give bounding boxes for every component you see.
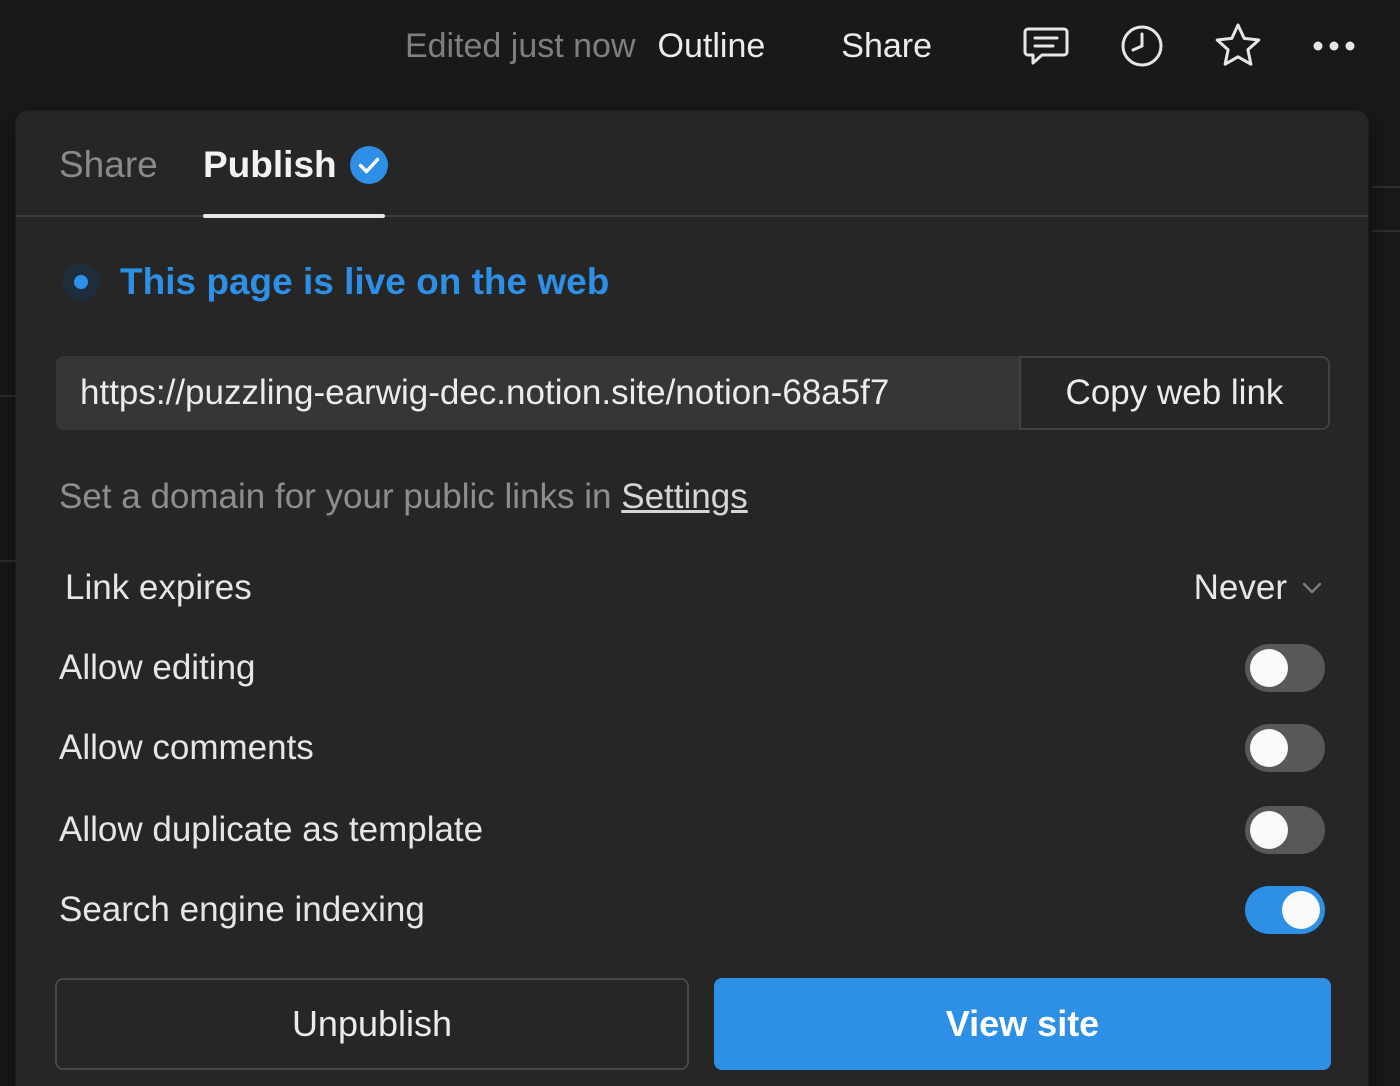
unpublish-button[interactable]: Unpublish (55, 978, 689, 1070)
popover-tabs: Share Publish (16, 111, 1368, 218)
allow-duplicate-toggle[interactable] (1245, 806, 1325, 854)
link-expires-label: Link expires (65, 568, 252, 607)
allow-comments-toggle[interactable] (1245, 724, 1325, 772)
top-bar: Edited just now Outline Share (0, 0, 1400, 92)
background-divider (1372, 186, 1400, 188)
allow-editing-row: Allow editing (59, 638, 1325, 698)
settings-link[interactable]: Settings (621, 477, 747, 516)
web-link-row: https://puzzling-earwig-dec.notion.site/… (56, 356, 1330, 430)
share-button[interactable]: Share (841, 27, 932, 66)
chevron-down-icon (1302, 582, 1322, 594)
active-tab-indicator (203, 214, 385, 218)
edited-status: Edited just now (404, 26, 636, 65)
published-check-icon (349, 146, 388, 184)
allow-editing-toggle[interactable] (1245, 644, 1325, 692)
star-icon[interactable] (1212, 20, 1264, 72)
tab-label: Publish (203, 144, 337, 185)
link-expires-dropdown[interactable]: Never (1194, 568, 1325, 608)
comment-icon[interactable] (1020, 20, 1072, 72)
more-icon[interactable] (1308, 20, 1360, 72)
search-indexing-label: Search engine indexing (59, 890, 425, 929)
allow-comments-row: Allow comments (59, 718, 1325, 778)
view-site-button[interactable]: View site (714, 978, 1331, 1070)
link-expires-row: Link expires Never (65, 558, 1325, 618)
allow-editing-label: Allow editing (59, 648, 256, 687)
clock-icon[interactable] (1116, 20, 1168, 72)
background-divider (1372, 230, 1400, 232)
domain-note: Set a domain for your public links in Se… (59, 477, 748, 517)
search-indexing-toggle[interactable] (1245, 886, 1325, 934)
tab-publish[interactable]: Publish (203, 141, 389, 189)
background-divider (0, 560, 16, 562)
copy-web-link-button[interactable]: Copy web link (1019, 356, 1330, 430)
web-link-field[interactable]: https://puzzling-earwig-dec.notion.site/… (56, 356, 1019, 430)
outline-button[interactable]: Outline (658, 27, 766, 66)
tab-label: Share (59, 144, 158, 185)
allow-duplicate-row: Allow duplicate as template (59, 800, 1325, 860)
allow-comments-label: Allow comments (59, 728, 314, 767)
live-dot-icon (62, 263, 100, 301)
link-expires-value: Never (1193, 568, 1287, 607)
action-buttons: Unpublish View site (55, 978, 1331, 1070)
allow-duplicate-label: Allow duplicate as template (59, 810, 484, 849)
publish-popover: Share Publish This page is live on the w… (16, 111, 1368, 1086)
page: Edited just now Outline Share Share Publ… (0, 0, 1400, 1086)
tab-share[interactable]: Share (59, 141, 158, 189)
search-indexing-row: Search engine indexing (59, 880, 1325, 940)
background-divider (0, 395, 16, 397)
domain-note-text: Set a domain for your public links in (59, 477, 612, 516)
live-status: This page is live on the web (62, 261, 609, 303)
live-status-text: This page is live on the web (120, 261, 610, 302)
